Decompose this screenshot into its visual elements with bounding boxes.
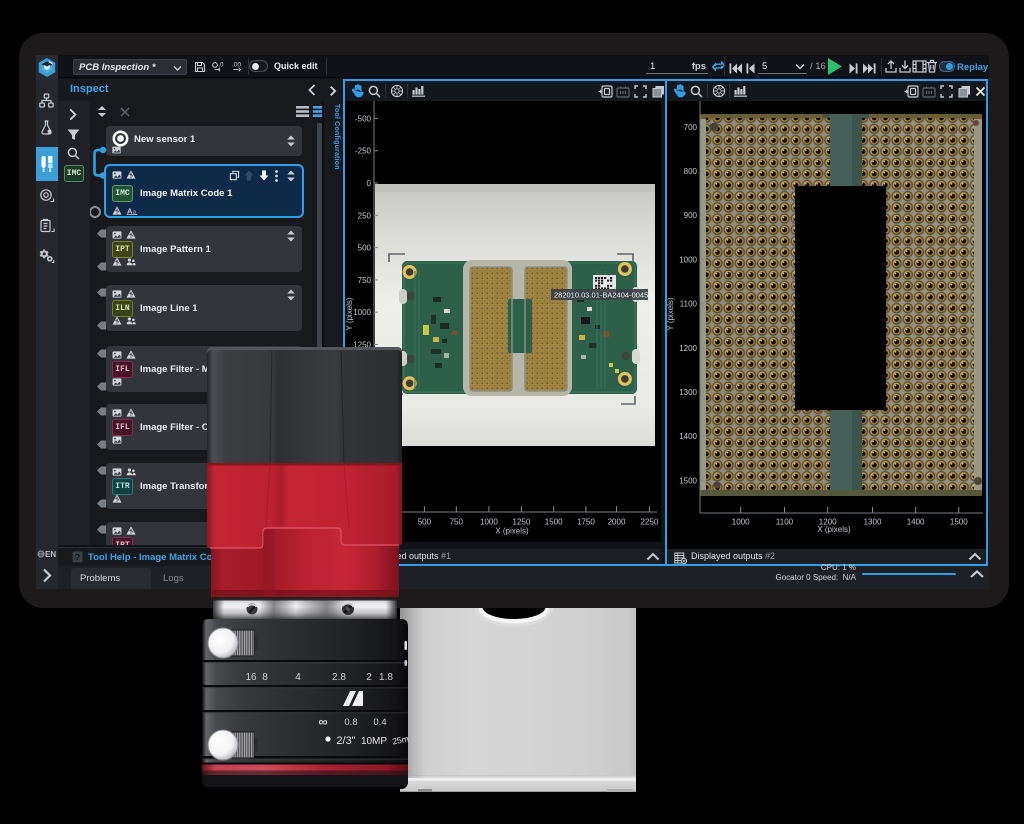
svg-text:1000: 1000: [353, 308, 371, 317]
svg-text:2: 2: [366, 672, 372, 683]
svg-text:1500: 1500: [545, 518, 563, 527]
svg-text:0.8: 0.8: [344, 717, 357, 728]
svg-text:1300: 1300: [864, 518, 882, 527]
svg-text:X (pixels): X (pixels): [817, 525, 851, 534]
svg-text:0.4: 0.4: [373, 717, 386, 728]
svg-text:2/3": 2/3": [336, 735, 355, 747]
svg-text:1200: 1200: [679, 344, 697, 353]
svg-text:750: 750: [450, 518, 464, 527]
svg-text:1750: 1750: [577, 518, 595, 527]
svg-text:-500: -500: [355, 114, 372, 123]
svg-text:250: 250: [358, 211, 372, 220]
svg-text:750: 750: [358, 276, 372, 285]
svg-text:-250: -250: [355, 147, 372, 156]
svg-text:1500: 1500: [679, 476, 697, 485]
svg-text:282010.03.01-BA2404-00453: 282010.03.01-BA2404-00453: [554, 291, 652, 300]
svg-text:.00: .00: [232, 62, 241, 69]
svg-text:500: 500: [358, 244, 372, 253]
svg-text:2000: 2000: [608, 518, 626, 527]
svg-text:1000: 1000: [679, 255, 697, 264]
svg-text:2250: 2250: [641, 518, 659, 527]
svg-text:800: 800: [684, 167, 698, 176]
svg-text:1000: 1000: [480, 518, 498, 527]
svg-text:1100: 1100: [680, 300, 698, 309]
svg-text:.0: .0: [219, 63, 225, 69]
svg-text:Y (pixels): Y (pixels): [667, 297, 675, 331]
svg-text:∞: ∞: [318, 714, 327, 729]
svg-text:Y (pixels): Y (pixels): [345, 297, 354, 331]
svg-text:a: a: [133, 209, 137, 215]
svg-text:1400: 1400: [907, 518, 925, 527]
svg-text:4: 4: [295, 672, 301, 683]
svg-text:1100: 1100: [776, 518, 794, 527]
svg-text:900: 900: [684, 211, 698, 220]
svg-text:0: 0: [367, 179, 372, 188]
svg-text:1400: 1400: [679, 432, 697, 441]
svg-text:1250: 1250: [513, 518, 531, 527]
svg-text:16: 16: [245, 672, 257, 683]
svg-text:X (pixels): X (pixels): [495, 527, 529, 536]
svg-text:700: 700: [684, 123, 698, 132]
svg-text:2.8: 2.8: [332, 672, 346, 683]
svg-text:1.8: 1.8: [379, 672, 393, 683]
svg-text:1000: 1000: [732, 518, 750, 527]
svg-text:1500: 1500: [950, 518, 968, 527]
svg-text:8: 8: [262, 672, 268, 683]
svg-text:?: ?: [75, 552, 80, 562]
svg-text:500: 500: [418, 518, 432, 527]
svg-text:1300: 1300: [679, 388, 697, 397]
svg-text:10MP: 10MP: [361, 736, 387, 747]
